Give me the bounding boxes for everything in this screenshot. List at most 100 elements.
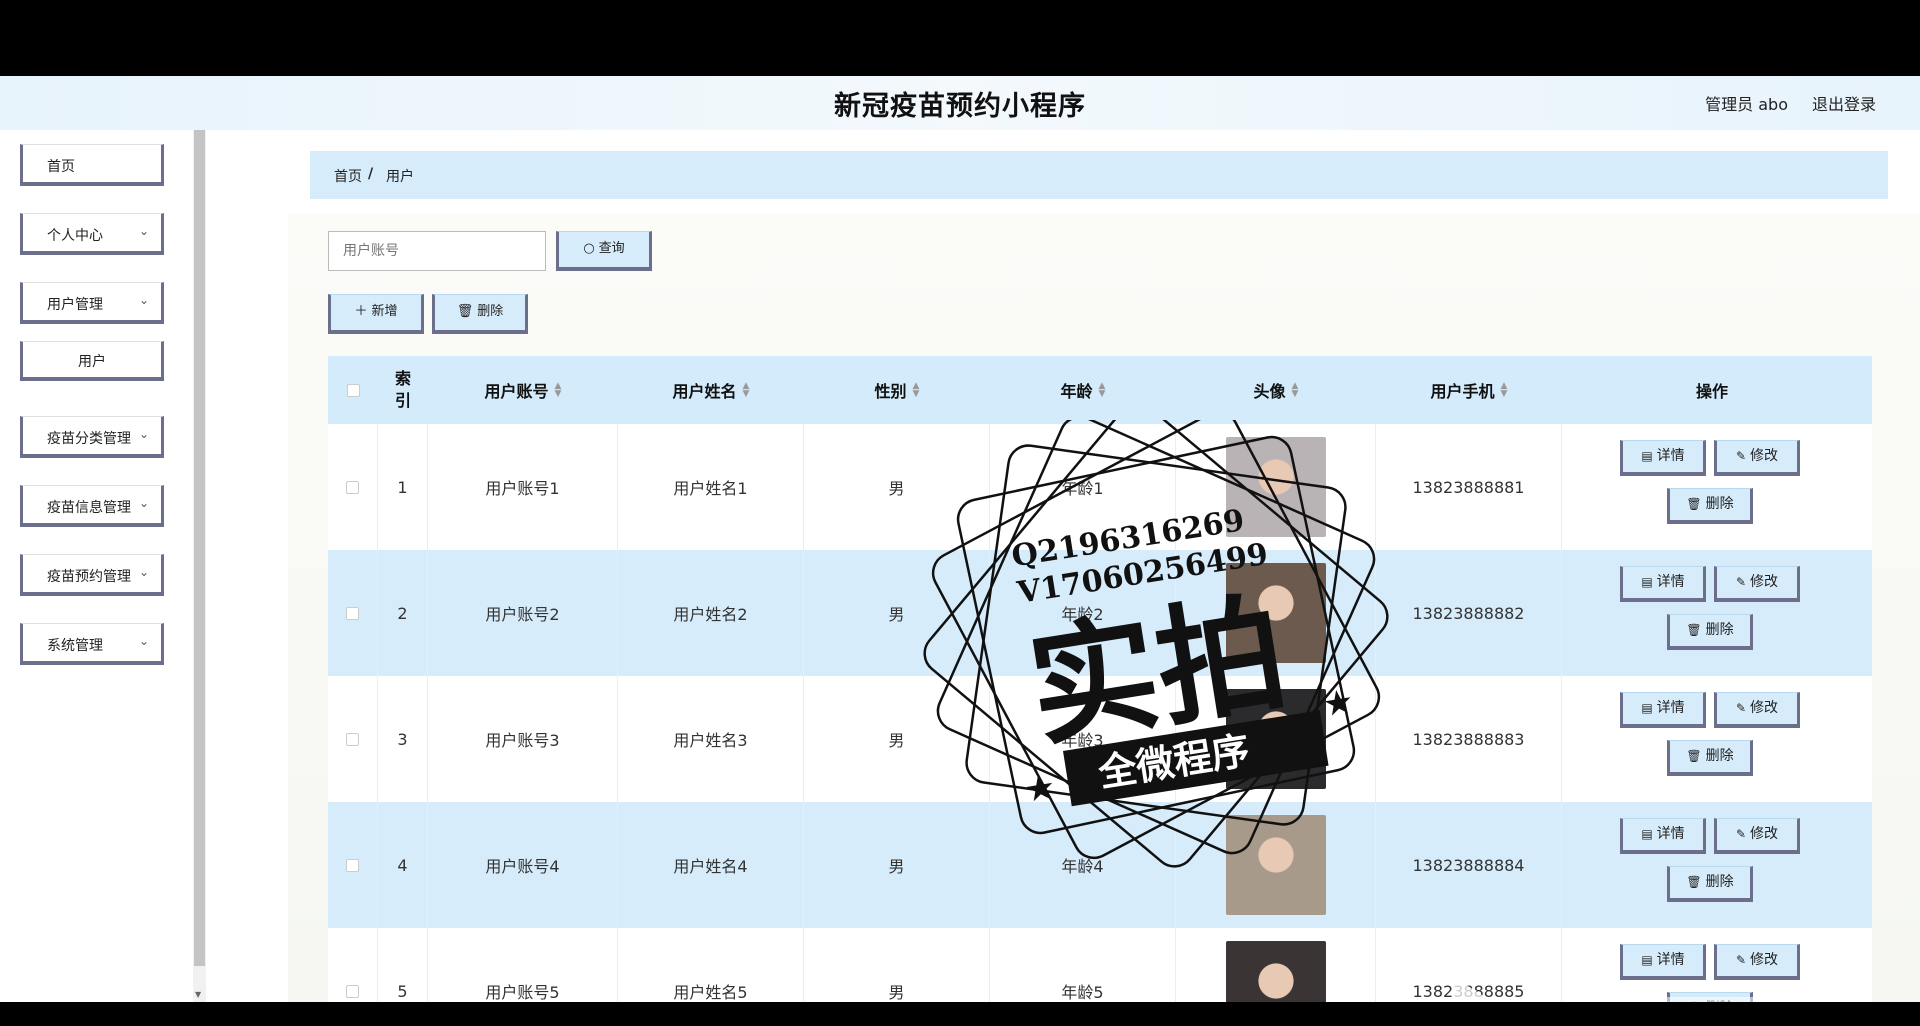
header-ops: 操作: [1695, 382, 1728, 401]
cell-name-text: 用户姓名3: [673, 731, 748, 750]
chevron-down-icon: ⌄: [138, 293, 149, 307]
cell-gender: 男: [804, 928, 990, 1002]
sidebar-item-system[interactable]: 系统管理 ⌄: [20, 623, 164, 665]
cell-index: 5: [378, 928, 428, 1002]
delete-button[interactable]: 🗑删除: [1667, 992, 1753, 1002]
header-phone[interactable]: 用户手机 ▲ ▼: [1376, 356, 1562, 424]
cell-age: 年龄3: [990, 676, 1176, 802]
detail-button[interactable]: ▤ 详情: [1620, 566, 1706, 602]
sort-icon[interactable]: ▲ ▼: [1501, 382, 1508, 399]
cell-name: 用户姓名3: [618, 676, 804, 802]
row-checkbox[interactable]: [346, 606, 359, 620]
search-input[interactable]: [328, 231, 546, 271]
pencil-icon: ✎: [1735, 953, 1747, 967]
edit-button[interactable]: ✎ 修改: [1714, 566, 1800, 602]
header-phone-label: 用户手机: [1430, 382, 1495, 401]
cell-index: 4: [378, 802, 428, 928]
scroll-down-arrow-icon[interactable]: ▼: [195, 990, 201, 999]
breadcrumb-separator: /: [368, 166, 374, 182]
table-row: 5用户账号5用户姓名5男年龄513823888885▤详情✎修改🗑删除: [328, 928, 1872, 1002]
detail-button-label: 详情: [1656, 574, 1685, 590]
sidebar-item-vaccine-appointment[interactable]: 疫苗预约管理 ⌄: [20, 554, 164, 596]
chevron-down-icon: ⌄: [138, 634, 149, 648]
add-button[interactable]: ＋新增: [328, 294, 424, 334]
header-gender[interactable]: 性别 ▲ ▼: [804, 356, 990, 424]
select-all-checkbox[interactable]: [346, 383, 360, 397]
sort-icon[interactable]: ▲ ▼: [555, 382, 562, 399]
cell-phone: 13823888881: [1376, 424, 1562, 550]
header-account[interactable]: 用户账号 ▲ ▼: [428, 356, 618, 424]
sort-icon[interactable]: ▲ ▼: [913, 382, 920, 399]
cell-account: 用户账号5: [428, 928, 618, 1002]
cell-ops: ▤详情✎修改 🗑删除: [1562, 928, 1872, 1002]
detail-button[interactable]: ▤ 详情: [1620, 692, 1706, 728]
cell-age-text: 年龄5: [1061, 983, 1104, 1002]
users-table: 索 引 用户账号 ▲ ▼ 用户姓名 ▲ ▼ 性别 ▲ ▼ 年龄 ▲ ▼ 头像 ▲ ▼ 用户手机 ▲ ▼: [328, 356, 1872, 1002]
chevron-down-icon: ⌄: [138, 496, 149, 510]
cell-chk: [328, 928, 378, 1002]
header-name[interactable]: 用户姓名 ▲ ▼: [618, 356, 804, 424]
delete-button[interactable]: 🗑删除: [1667, 866, 1753, 902]
header-index: 索 引: [394, 369, 411, 410]
edit-button[interactable]: ✎ 修改: [1714, 944, 1800, 980]
row-checkbox[interactable]: [346, 858, 359, 872]
detail-button[interactable]: ▤ 详情: [1620, 440, 1706, 476]
sidebar-item-personal-center[interactable]: 个人中心 ⌄: [20, 213, 164, 255]
document-icon: ▤: [1641, 575, 1653, 589]
cell-index-text: 1: [397, 477, 408, 497]
detail-button-label: 详情: [1656, 826, 1685, 842]
edit-button[interactable]: ✎ 修改: [1714, 692, 1800, 728]
delete-button[interactable]: 🗑删除: [1667, 614, 1753, 650]
header-age[interactable]: 年龄 ▲ ▼: [990, 356, 1176, 424]
trash-icon: 🗑: [1686, 1001, 1701, 1002]
cell-gender-text: 男: [888, 605, 905, 624]
avatar: [1225, 689, 1326, 789]
avatar: [1225, 815, 1326, 915]
logout-link[interactable]: 退出登录: [1812, 91, 1876, 115]
breadcrumb-home[interactable]: 首页: [334, 166, 362, 186]
header-avatar[interactable]: 头像 ▲ ▼: [1176, 356, 1376, 424]
sort-icon[interactable]: ▲ ▼: [1292, 382, 1299, 399]
add-button-label: 新增: [371, 304, 398, 319]
sidebar-item-vaccine-info[interactable]: 疫苗信息管理 ⌄: [20, 485, 164, 527]
sidebar-item-user-management[interactable]: 用户管理 ⌄: [20, 282, 164, 324]
sidebar-item-label: 个人中心: [47, 228, 103, 244]
row-checkbox[interactable]: [346, 984, 359, 998]
cell-age: 年龄5: [990, 928, 1176, 1002]
cell-age-text: 年龄2: [1061, 605, 1104, 624]
sidebar-scrollbar-thumb[interactable]: [194, 130, 205, 966]
edit-button[interactable]: ✎ 修改: [1714, 440, 1800, 476]
cell-index: 3: [378, 676, 428, 802]
pencil-icon: ✎: [1735, 449, 1747, 463]
sidebar-item-home[interactable]: 首页: [20, 144, 164, 186]
delete-button[interactable]: 🗑删除: [1667, 488, 1753, 524]
sidebar-item-vaccine-category[interactable]: 疫苗分类管理 ⌄: [20, 416, 164, 458]
batch-delete-button[interactable]: 🗑 删除: [432, 294, 528, 334]
edit-button[interactable]: ✎ 修改: [1714, 818, 1800, 854]
app-title: 新冠疫苗预约小程序: [834, 91, 1086, 122]
document-icon: ▤: [1641, 701, 1653, 715]
search-button[interactable]: ○ 查询: [556, 231, 652, 271]
cell-phone-text: 13823888883: [1412, 729, 1525, 749]
detail-button[interactable]: ▤ 详情: [1620, 944, 1706, 980]
cell-phone: 13823888885: [1376, 928, 1562, 1002]
sort-icon[interactable]: ▲ ▼: [1099, 382, 1106, 399]
edit-button-label: 修改: [1750, 448, 1779, 464]
cell-avatar: [1176, 928, 1376, 1002]
sidebar-subitem-users[interactable]: 用户: [20, 341, 164, 381]
avatar: [1225, 563, 1326, 663]
cell-ops: ▤详情✎修改🗑删除: [1562, 424, 1872, 550]
cell-name-text: 用户姓名4: [673, 857, 748, 876]
row-checkbox[interactable]: [346, 732, 359, 746]
cell-index-text: 4: [397, 855, 408, 875]
sidebar-item-label: 用户: [78, 354, 106, 370]
cell-chk: [328, 550, 378, 676]
cell-name-text: 用户姓名1: [673, 479, 748, 498]
delete-button-label: 删除: [1705, 622, 1734, 638]
sort-icon[interactable]: ▲ ▼: [743, 382, 750, 399]
sidebar-item-label: 首页: [47, 159, 75, 175]
sidebar-item-label: 疫苗预约管理: [47, 569, 131, 585]
row-checkbox[interactable]: [346, 480, 359, 494]
detail-button[interactable]: ▤ 详情: [1620, 818, 1706, 854]
delete-button[interactable]: 🗑删除: [1667, 740, 1753, 776]
